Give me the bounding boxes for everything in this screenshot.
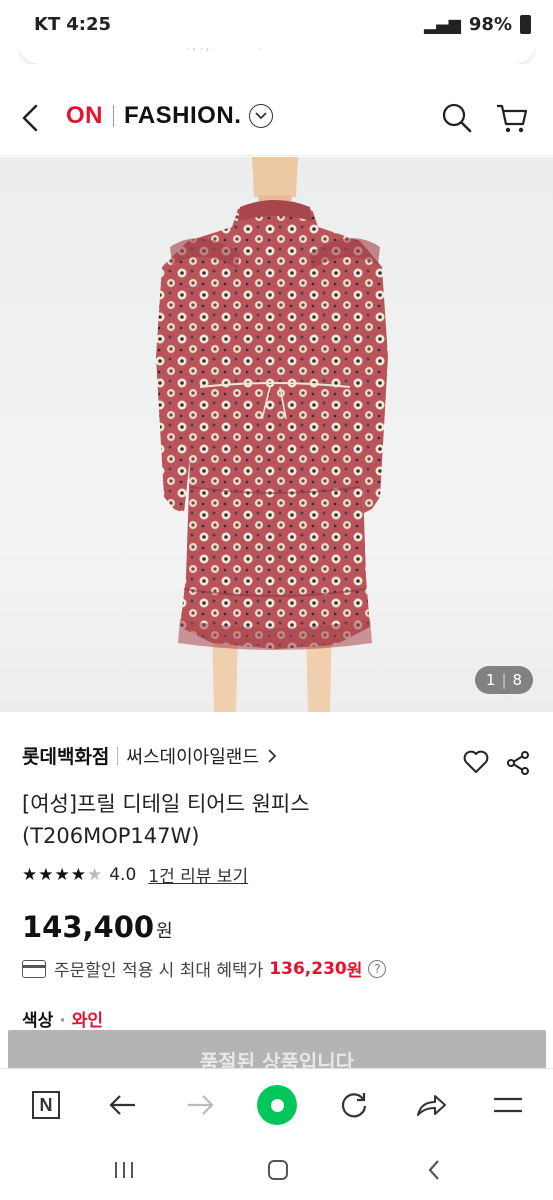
option-separator: · <box>59 1011 66 1028</box>
battery-percent: 98% <box>468 14 512 35</box>
logo-divider <box>113 105 114 127</box>
option-row[interactable]: 색상 · 와인 <box>22 1006 103 1028</box>
logo-fashion-text: FASHION <box>124 102 235 129</box>
home-button[interactable] <box>258 1154 298 1186</box>
status-bar: KT 4:25 ▂▄▆ 98% <box>0 0 553 50</box>
system-back-button[interactable] <box>414 1154 454 1186</box>
image-counter: 1 | 8 <box>475 666 533 694</box>
green-dot-button[interactable] <box>255 1083 299 1127</box>
recent-apps-button[interactable] <box>104 1154 144 1186</box>
app-header: ON FASHION. <box>0 80 553 156</box>
browser-forward-button[interactable] <box>178 1083 222 1127</box>
menu-button[interactable] <box>486 1083 530 1127</box>
image-total: 8 <box>512 671 523 689</box>
share-arrow-icon <box>417 1095 446 1116</box>
site-logo[interactable]: ON FASHION. <box>66 102 274 130</box>
store-name[interactable]: 롯데백화점 <box>22 742 109 769</box>
brand-divider <box>117 746 119 765</box>
help-icon[interactable]: ? <box>368 959 387 978</box>
benefit-unit: 원 <box>346 961 363 981</box>
share-button[interactable] <box>409 1083 453 1127</box>
star-rating: ★★★★★ <box>22 864 104 885</box>
naver-home-button[interactable]: N <box>24 1083 68 1127</box>
option-value: 와인 <box>71 1011 104 1028</box>
clock: 4:25 <box>66 14 112 35</box>
chevron-left-icon <box>428 1160 439 1180</box>
heart-icon[interactable] <box>463 750 489 774</box>
search-icon[interactable] <box>441 102 473 134</box>
brand-row: 롯데백화점 써스데이아일랜드 <box>22 742 277 769</box>
back-arrow-icon[interactable] <box>18 100 46 136</box>
logo-on-text: ON <box>66 102 103 129</box>
browser-toolbar: N <box>0 1068 553 1140</box>
dress-photo <box>156 157 388 712</box>
rating-row: ★★★★★ 4.0 1건 리뷰 보기 <box>22 862 248 888</box>
benefit-label: 주문할인 적용 시 최대 혜택가 <box>54 961 264 981</box>
product-image[interactable]: 1 | 8 <box>0 157 553 712</box>
reload-icon <box>341 1093 367 1118</box>
battery-icon <box>520 15 531 34</box>
reload-button[interactable] <box>332 1083 376 1127</box>
benefit-row: 주문할인 적용 시 최대 혜택가 136,230 원 ? <box>22 956 387 981</box>
cart-icon[interactable] <box>495 102 529 134</box>
review-link[interactable]: 1건 리뷰 보기 <box>148 862 248 887</box>
option-label: 색상 <box>22 1011 54 1028</box>
arrow-left-icon <box>109 1095 135 1115</box>
naver-n-icon: N <box>32 1091 60 1119</box>
browser-back-button[interactable] <box>101 1083 145 1127</box>
signal-icon: ▂▄▆ <box>423 15 461 34</box>
hamburger-menu-icon <box>494 1097 522 1113</box>
price-row: 143,400 원 <box>22 910 173 944</box>
benefit-price: 136,230 <box>269 958 347 979</box>
arrow-right-icon <box>188 1095 214 1115</box>
card-icon <box>22 959 46 978</box>
brand-link[interactable]: 써스데이아일랜드 <box>126 743 258 769</box>
rating-value: 4.0 <box>109 864 137 885</box>
image-current: 1 <box>485 671 496 689</box>
logo-dot: . <box>234 102 242 129</box>
chevron-down-icon[interactable] <box>249 104 274 128</box>
carrier-label: KT <box>34 14 61 35</box>
star-empty-icon: ★ <box>86 864 104 885</box>
chevron-right-icon[interactable] <box>267 748 277 763</box>
counter-divider: | <box>501 671 507 689</box>
recent-apps-icon <box>115 1162 133 1178</box>
home-icon <box>268 1160 288 1180</box>
product-price: 143,400 <box>22 910 155 944</box>
green-dot-icon <box>257 1085 297 1125</box>
share-icon[interactable] <box>506 750 530 776</box>
product-title: [여성]프릴 디테일 티어드 원피스 (T206MOP147W) <box>22 792 310 848</box>
price-unit: 원 <box>156 921 173 942</box>
system-nav-bar <box>0 1140 553 1200</box>
